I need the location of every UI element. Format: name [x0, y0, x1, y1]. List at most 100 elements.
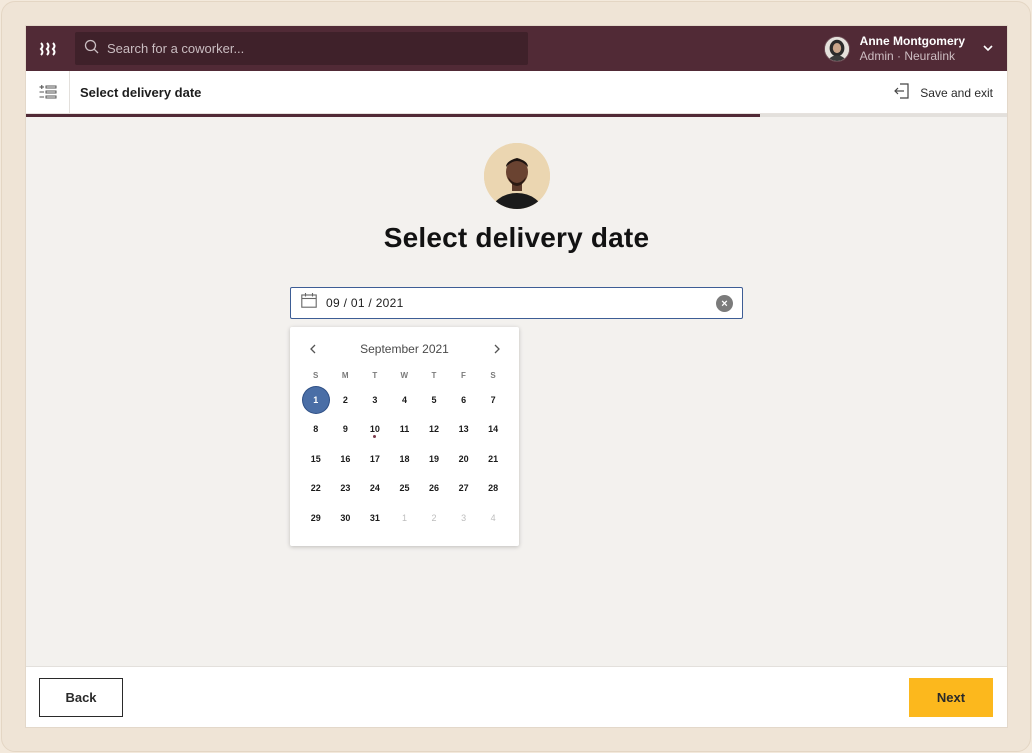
calendar-day-number: 11 [399, 424, 410, 435]
calendar-day-number: 15 [310, 453, 321, 464]
weekday-header: F [461, 371, 467, 380]
search-icon [84, 39, 99, 59]
calendar-day-number: 27 [458, 483, 469, 494]
calendar-month-label: September 2021 [360, 342, 449, 356]
weekday-header: M [341, 371, 349, 380]
calendar-day[interactable]: 4 [478, 503, 508, 533]
calendar-day[interactable]: 22 [301, 474, 331, 504]
calendar-day-number: 26 [429, 483, 440, 494]
calendar-day-number: 6 [461, 394, 467, 405]
calendar-day-number: 14 [488, 424, 499, 435]
progress-fill [26, 114, 760, 117]
calendar-day[interactable]: 11 [390, 415, 420, 445]
calendar-day[interactable]: 4 [390, 385, 420, 415]
weekday-header: S [312, 371, 319, 380]
calendar-day-number: 25 [399, 483, 410, 494]
search-input[interactable] [107, 41, 507, 56]
calendar-day-number: 1 [302, 386, 329, 413]
date-value: 09 / 01 / 2021 [326, 296, 404, 310]
calendar-day-number: 4 [490, 512, 496, 523]
calendar-day[interactable]: 2 [419, 503, 449, 533]
calendar-day-number: 18 [399, 453, 410, 464]
calendar-header: September 2021 [290, 341, 519, 357]
calendar-day-number: 3 [372, 394, 378, 405]
calendar-day-number: 9 [342, 424, 348, 435]
chevron-down-icon[interactable] [983, 43, 993, 55]
calendar-day-number: 30 [340, 512, 351, 523]
calendar-grid: S M T W T F S 1 2 3 4 5 6 7 8 9 10 11 12 13 14 15 16 17 18 19 20 21… [301, 371, 508, 533]
step-list-icon[interactable] [26, 70, 70, 114]
calendar-day[interactable]: 24 [360, 474, 390, 504]
save-and-exit-label: Save and exit [920, 85, 993, 100]
calendar-day[interactable]: 20 [449, 444, 479, 474]
calendar-day-number: 23 [340, 483, 351, 494]
weekday-header: S [490, 371, 496, 380]
user-name: Anne Montgomery [859, 33, 965, 48]
footer-bar: Back Next [26, 666, 1007, 727]
calendar-day[interactable]: 18 [390, 444, 420, 474]
calendar-day-selected[interactable]: 1 [301, 385, 331, 415]
next-month-button[interactable] [489, 341, 505, 357]
calendar-day[interactable]: 25 [390, 474, 420, 504]
progress-bar [26, 114, 1007, 117]
calendar-day-number: 10 [369, 424, 380, 435]
calendar-day-number: 19 [429, 453, 440, 464]
calendar-day[interactable]: 31 [360, 503, 390, 533]
calendar-day[interactable]: 1 [390, 503, 420, 533]
delivery-date-input[interactable]: 09 / 01 / 2021 × [290, 287, 743, 319]
calendar-day[interactable]: 19 [419, 444, 449, 474]
calendar-day-number: 2 [342, 394, 348, 405]
calendar-day[interactable]: 9 [331, 415, 361, 445]
recipient-avatar [484, 143, 550, 209]
weekday-header: T [372, 371, 378, 380]
company-logo-icon[interactable] [26, 26, 72, 71]
calendar-day-number: 31 [369, 512, 380, 523]
calendar-day-number: 24 [369, 483, 380, 494]
weekday-header: W [400, 371, 409, 380]
calendar-day[interactable]: 14 [478, 415, 508, 445]
calendar-day[interactable]: 23 [331, 474, 361, 504]
calendar-day-number: 1 [401, 512, 407, 523]
calendar-day[interactable]: 8 [301, 415, 331, 445]
calendar-day-number: 22 [310, 483, 321, 494]
calendar-day[interactable]: 17 [360, 444, 390, 474]
calendar-day-number: 8 [313, 424, 319, 435]
calendar-day[interactable]: 3 [360, 385, 390, 415]
calendar-day[interactable]: 6 [449, 385, 479, 415]
app-window: Anne Montgomery Admin · Neuralink Select… [26, 26, 1007, 727]
calendar-day-number: 5 [431, 394, 437, 405]
close-icon: × [721, 297, 728, 310]
calendar-day[interactable]: 21 [478, 444, 508, 474]
calendar-day[interactable]: 28 [478, 474, 508, 504]
coworker-search[interactable] [75, 32, 528, 65]
date-picker-calendar: September 2021 S M T W T F S 1 2 3 4 5 6 7 8 9 10 11 12 13 1… [290, 327, 519, 546]
calendar-day-number: 21 [488, 453, 499, 464]
calendar-day-number: 13 [458, 424, 469, 435]
calendar-day[interactable]: 10 [360, 415, 390, 445]
calendar-day[interactable]: 5 [419, 385, 449, 415]
user-menu[interactable]: Anne Montgomery Admin · Neuralink [823, 26, 993, 71]
next-button[interactable]: Next [909, 678, 993, 717]
clear-date-button[interactable]: × [716, 295, 733, 312]
calendar-day-number: 2 [431, 512, 437, 523]
back-button[interactable]: Back [39, 678, 123, 717]
user-avatar [823, 35, 850, 62]
user-role: Admin · Neuralink [859, 48, 956, 63]
calendar-day[interactable]: 2 [331, 385, 361, 415]
calendar-day-number: 20 [458, 453, 469, 464]
calendar-icon [301, 293, 317, 313]
calendar-day[interactable]: 27 [449, 474, 479, 504]
calendar-day[interactable]: 13 [449, 415, 479, 445]
calendar-day[interactable]: 26 [419, 474, 449, 504]
calendar-day[interactable]: 16 [331, 444, 361, 474]
save-and-exit-button[interactable]: Save and exit [894, 71, 993, 114]
calendar-day[interactable]: 7 [478, 385, 508, 415]
previous-month-button[interactable] [304, 341, 320, 357]
calendar-day[interactable]: 3 [449, 503, 479, 533]
calendar-day[interactable]: 12 [419, 415, 449, 445]
weekday-header: T [431, 371, 437, 380]
calendar-day[interactable]: 15 [301, 444, 331, 474]
event-dot-indicator [373, 434, 377, 438]
calendar-day[interactable]: 29 [301, 503, 331, 533]
calendar-day[interactable]: 30 [331, 503, 361, 533]
